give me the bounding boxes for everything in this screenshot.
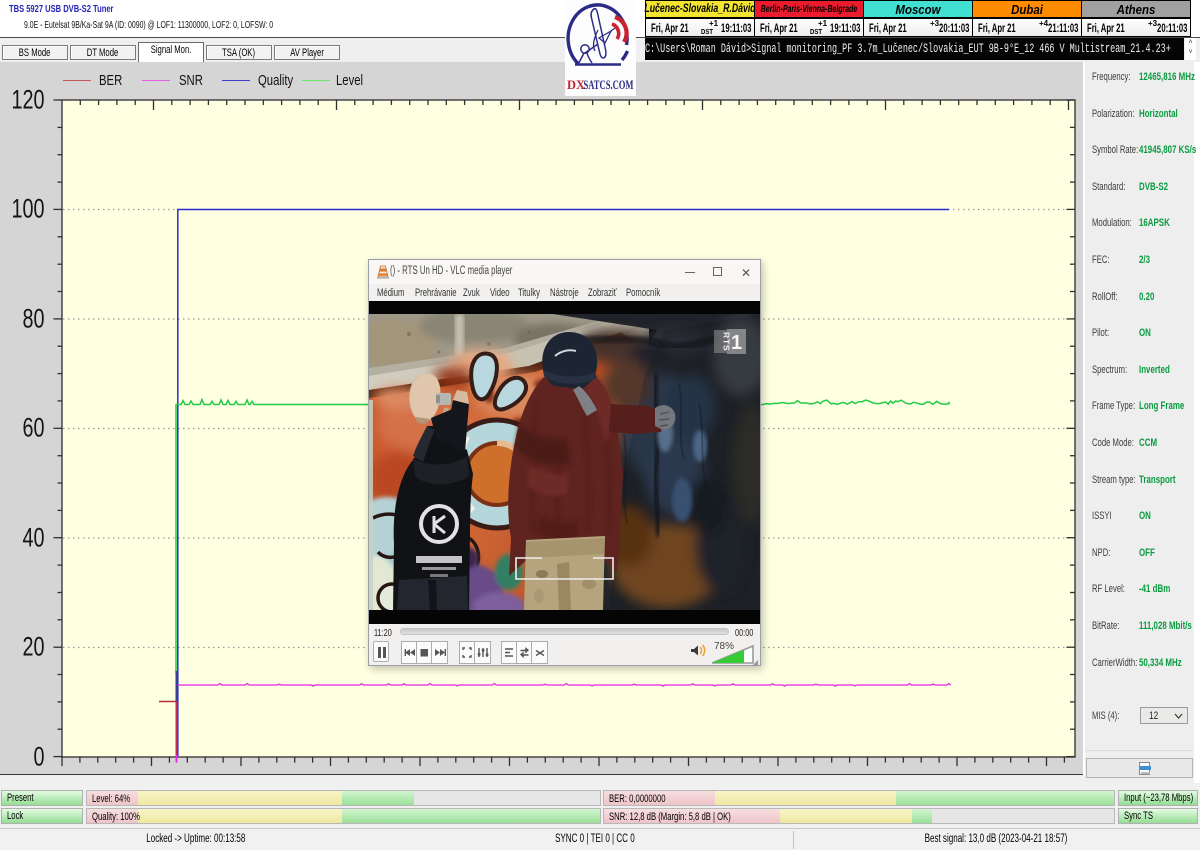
svg-text:1: 1 [731, 332, 742, 354]
svg-text:100: 100 [12, 194, 45, 224]
svg-text:40: 40 [23, 523, 45, 553]
svg-text:20: 20 [23, 632, 45, 662]
svg-text:DX: DX [567, 78, 585, 92]
svg-text:SATCS.COM: SATCS.COM [584, 78, 634, 92]
svg-text:120: 120 [12, 85, 45, 115]
svg-text:80: 80 [23, 304, 45, 334]
svg-text:78%: 78% [714, 641, 734, 652]
svg-text:0: 0 [34, 742, 45, 772]
svg-text:60: 60 [23, 413, 45, 443]
